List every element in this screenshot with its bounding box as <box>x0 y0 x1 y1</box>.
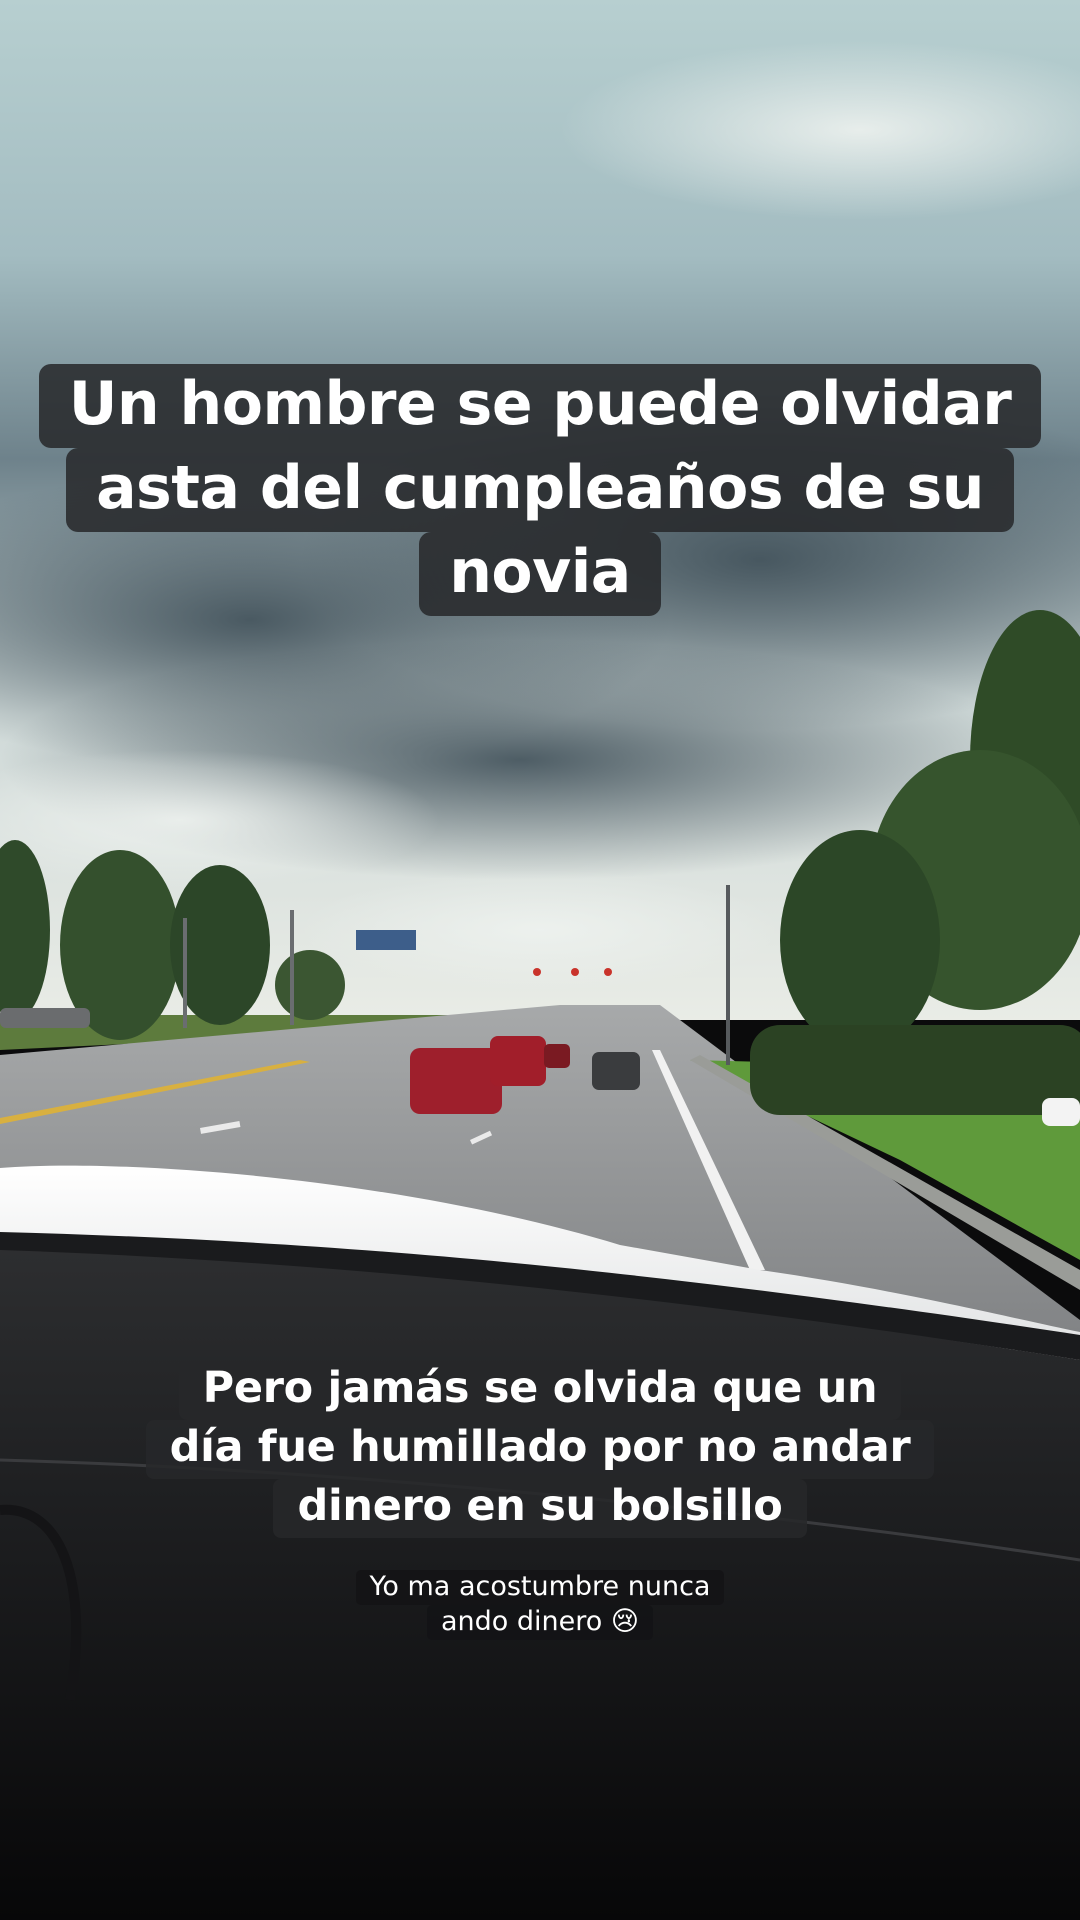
traffic-light <box>571 968 579 976</box>
caption-bottom-line-1: Yo ma acostumbre nunca <box>355 1570 725 1605</box>
caption-middle-line-3: dinero en su bolsillo <box>273 1479 807 1538</box>
street-pole <box>726 885 730 1065</box>
caption-bottom: Yo ma acostumbre nunca ando dinero 😢 <box>0 1570 1080 1640</box>
caption-top-line-1: Un hombre se puede olvidar <box>38 364 1042 448</box>
caption-bottom-line-2: ando dinero 😢 <box>426 1605 654 1640</box>
caption-top-line-2: asta del cumpleaños de su <box>66 448 1014 532</box>
traffic-light <box>604 968 612 976</box>
video-frame: Un hombre se puede olvidar asta del cump… <box>0 0 1080 1920</box>
street-pole <box>183 918 187 1028</box>
caption-middle-line-2: día fue humillado por no andar <box>145 1420 935 1479</box>
street-pole <box>290 910 294 1025</box>
tree <box>780 830 940 1050</box>
caption-top: Un hombre se puede olvidar asta del cump… <box>0 364 1080 616</box>
dark-car <box>592 1052 640 1090</box>
tree <box>275 950 345 1020</box>
red-suv <box>410 1048 502 1114</box>
billboard <box>356 930 416 950</box>
red-truck <box>490 1036 546 1086</box>
parked-car <box>0 1008 90 1028</box>
hedge <box>750 1025 1080 1115</box>
dark-red-car <box>544 1044 570 1068</box>
parked-car-white <box>1042 1098 1080 1126</box>
caption-middle: Pero jamás se olvida que un día fue humi… <box>0 1361 1080 1538</box>
caption-top-line-3: novia <box>419 532 661 616</box>
caption-middle-line-1: Pero jamás se olvida que un <box>178 1361 902 1420</box>
traffic-light <box>533 968 541 976</box>
